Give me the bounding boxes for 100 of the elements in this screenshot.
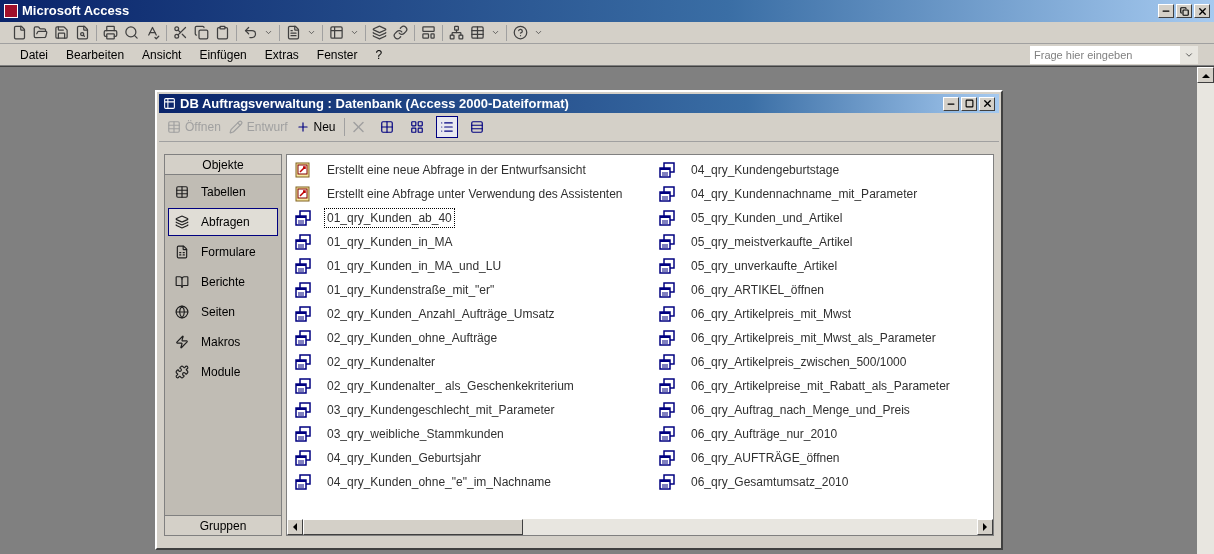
printer-icon[interactable]	[103, 25, 118, 40]
plus-icon	[295, 120, 310, 134]
list-item[interactable]: 01_qry_Kundenstraße_mit_"er"	[325, 281, 497, 299]
help-search-field[interactable]: Frage hier eingeben	[1030, 45, 1180, 64]
query-icon	[659, 210, 675, 226]
query-icon	[295, 282, 311, 298]
list-item[interactable]: 06_qry_Artikelpreise_mit_Rabatt_als_Parameter	[689, 377, 952, 395]
query-icon	[659, 186, 675, 202]
wizard-icon	[295, 162, 311, 178]
list-item[interactable]: Erstellt eine neue Abfrage in der Entwurfsansicht	[325, 161, 588, 179]
query-icon	[659, 282, 675, 298]
layers-icon[interactable]	[372, 25, 387, 40]
list-item[interactable]: 06_qry_Gesamtumsatz_2010	[689, 473, 851, 491]
save-icon[interactable]	[54, 25, 69, 40]
object-type-item[interactable]: Seiten	[168, 298, 278, 326]
caret-icon[interactable]	[264, 28, 273, 37]
view-mode-icon	[469, 120, 484, 134]
menu-item[interactable]: Datei	[20, 45, 48, 64]
list-item[interactable]: 05_qry_Kunden_und_Artikel	[689, 209, 845, 227]
list-item[interactable]: 06_qry_Artikelpreis_zwischen_500/1000	[689, 353, 909, 371]
groups-header[interactable]: Gruppen	[165, 515, 281, 535]
object-type-item[interactable]: Formulare	[168, 238, 278, 266]
link-icon[interactable]	[393, 25, 408, 40]
document-icon[interactable]	[286, 25, 301, 40]
minimize-button[interactable]	[943, 96, 959, 111]
object-type-item[interactable]: Berichte	[168, 268, 278, 296]
list-item[interactable]: 02_qry_Kunden_ohne_Aufträge	[325, 329, 500, 347]
scroll-right-icon[interactable]	[977, 519, 993, 535]
list-item[interactable]: 06_qry_Aufträge_nur_2010	[689, 425, 840, 443]
close-button[interactable]	[1194, 4, 1210, 18]
query-icon	[659, 162, 675, 178]
magnifier-icon[interactable]	[124, 25, 139, 40]
list-item[interactable]: 04_qry_Kundennachname_mit_Parameter	[689, 185, 920, 203]
diagram-icon[interactable]	[449, 25, 464, 40]
minimize-button[interactable]	[1158, 4, 1174, 18]
query-icon	[295, 234, 311, 250]
horizontal-scrollbar[interactable]	[287, 519, 993, 535]
vertical-scrollbar[interactable]	[1197, 67, 1214, 554]
menu-item[interactable]: ?	[375, 45, 383, 64]
caret-icon[interactable]	[534, 28, 543, 37]
list-item[interactable]: 02_qry_Kundenalter_ als_Geschenkekriterium	[325, 377, 576, 395]
list-item[interactable]: Erstellt eine Abfrage unter Verwendung des Assistenten	[325, 185, 625, 203]
list-item[interactable]: 06_qry_AUFTRÄGE_öffnen	[689, 449, 842, 467]
object-type-item[interactable]: Tabellen	[168, 178, 278, 206]
object-type-item[interactable]: Makros	[168, 328, 278, 356]
object-type-icon	[175, 305, 189, 319]
list-item[interactable]: 04_qry_Kundengeburtstage	[689, 161, 842, 179]
restore-button[interactable]	[1176, 4, 1192, 18]
query-icon	[659, 378, 675, 394]
query-icon	[295, 450, 311, 466]
object-type-item[interactable]: Abfragen	[168, 208, 278, 236]
help-icon[interactable]	[513, 25, 528, 40]
objects-header[interactable]: Objekte	[165, 155, 281, 175]
view-mode-button[interactable]	[435, 116, 458, 138]
table-icon[interactable]	[329, 25, 344, 40]
list-item[interactable]: 02_qry_Kundenalter	[325, 353, 438, 371]
list-item[interactable]: 06_qry_ARTIKEL_öffnen	[689, 281, 826, 299]
list-item[interactable]: 03_qry_Kundengeschlecht_mit_Parameter	[325, 401, 557, 419]
copy-icon[interactable]	[194, 25, 209, 40]
list-item[interactable]: 06_qry_Artikelpreis_mit_Mwst	[689, 305, 854, 323]
folder-icon[interactable]	[33, 25, 48, 40]
grid-icon[interactable]	[470, 25, 485, 40]
menu-item[interactable]: Extras	[264, 45, 299, 64]
scroll-left-icon[interactable]	[287, 519, 303, 535]
menu-item[interactable]: Ansicht	[142, 45, 182, 64]
cut-icon[interactable]	[173, 25, 188, 40]
paste-icon[interactable]	[215, 25, 230, 40]
list-item[interactable]: 01_qry_Kunden_in_MA_und_LU	[325, 257, 504, 275]
document-search-icon[interactable]	[75, 25, 90, 40]
caret-icon[interactable]	[307, 28, 316, 37]
query-icon	[295, 258, 311, 274]
menu-item[interactable]: Einfügen	[199, 45, 247, 64]
undo-icon[interactable]	[243, 25, 258, 40]
query-icon	[659, 306, 675, 322]
list-item[interactable]: 01_qry_Kunden_ab_40	[325, 209, 454, 227]
maximize-button[interactable]	[961, 96, 977, 111]
list-item[interactable]: 06_qry_Artikelpreis_mit_Mwst_als_Parameter	[689, 329, 938, 347]
list-item[interactable]: 01_qry_Kunden_in_MA	[325, 233, 455, 251]
caret-icon[interactable]	[350, 28, 359, 37]
list-item[interactable]: 04_qry_Kunden_Geburtsjahr	[325, 449, 484, 467]
list-item[interactable]: 05_qry_unverkaufte_Artikel	[689, 257, 840, 275]
list-item[interactable]: 03_qry_weibliche_Stammkunden	[325, 425, 506, 443]
spellcheck-icon[interactable]	[145, 25, 160, 40]
list-item[interactable]: 02_qry_Kunden_Anzahl_Aufträge_Umsatz	[325, 305, 557, 323]
new-button[interactable]: Neu	[295, 118, 336, 136]
list-item[interactable]: 06_qry_Auftrag_nach_Menge_und_Preis	[689, 401, 912, 419]
maximize-icon	[964, 99, 974, 108]
menu-item[interactable]: Bearbeiten	[66, 45, 125, 64]
object-type-icon	[175, 215, 189, 229]
scroll-thumb[interactable]	[303, 519, 523, 535]
menu-item[interactable]: Fenster	[316, 45, 358, 64]
window-icon[interactable]	[421, 25, 436, 40]
close-button[interactable]	[979, 96, 995, 111]
scroll-up-icon[interactable]	[1197, 67, 1214, 83]
list-item[interactable]: 05_qry_meistverkaufte_Artikel	[689, 233, 855, 251]
object-type-item[interactable]: Module	[168, 358, 278, 386]
caret-icon[interactable]	[491, 28, 500, 37]
list-item[interactable]: 04_qry_Kunden_ohne_"e"_im_Nachname	[325, 473, 553, 491]
query-icon	[295, 378, 311, 394]
new-file-icon[interactable]	[12, 25, 27, 40]
